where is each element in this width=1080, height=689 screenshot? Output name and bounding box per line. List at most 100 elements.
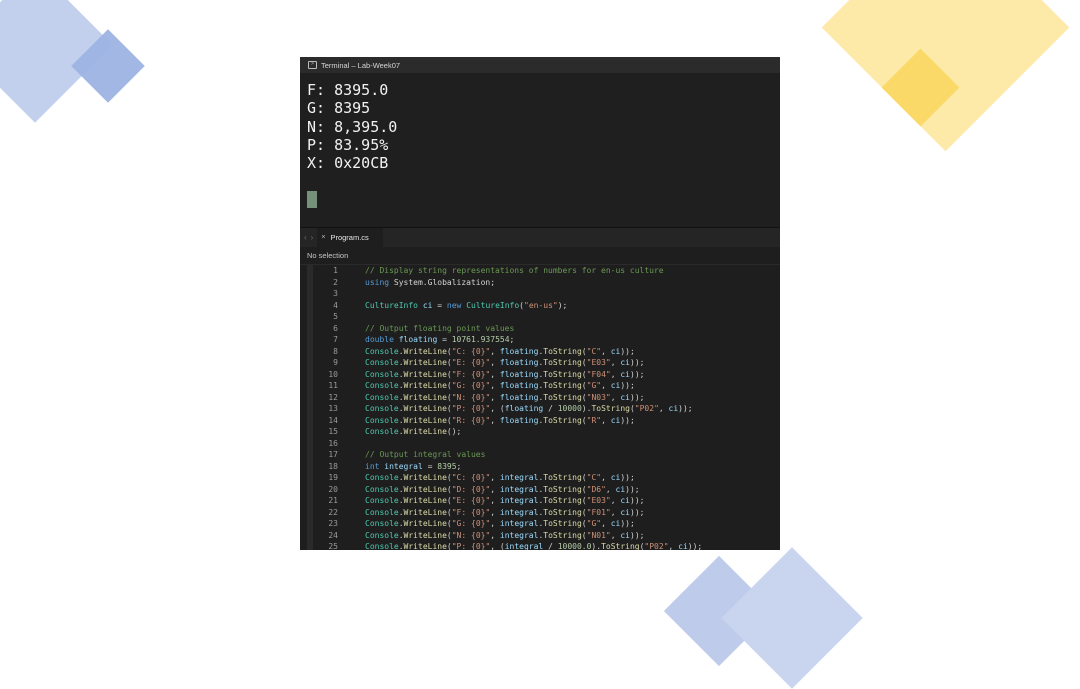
code-token: 10000 xyxy=(557,404,582,413)
code-token: WriteLine xyxy=(403,346,447,356)
line-number: 10 xyxy=(328,369,338,379)
code-token: WriteLine xyxy=(403,427,447,436)
code-token: "C: {0}" xyxy=(451,346,491,356)
code-line: 20 Console.WriteLine("D: {0}", integral.T… xyxy=(300,484,780,496)
code-token: = xyxy=(422,461,438,471)
code-token: ToString xyxy=(543,530,582,540)
code-token: integral xyxy=(384,461,423,471)
terminal-icon: > xyxy=(308,61,317,69)
code-token: using xyxy=(365,277,390,287)
tab-program-cs[interactable]: × Program.cs xyxy=(317,228,383,247)
terminal-line: P: 83.95% xyxy=(307,135,389,154)
line-number: 1 xyxy=(333,266,338,275)
code-token: , xyxy=(601,415,611,425)
code-token: ci xyxy=(610,519,621,528)
selection-status-text: No selection xyxy=(307,251,349,260)
code-token: "P: {0}" xyxy=(451,542,491,550)
code-line: 7 double floating = 10761.937554; xyxy=(300,334,780,346)
code-text: double floating = 10761.937554; xyxy=(338,334,514,346)
terminal-title: Terminal – Lab-Week07 xyxy=(321,60,401,70)
code-line: 5 xyxy=(300,311,780,323)
code-token: Console xyxy=(365,484,399,494)
code-token: )); xyxy=(625,484,640,494)
code-text: // Display string representations of num… xyxy=(338,265,664,277)
code-line: 6 // Output floating point values xyxy=(300,323,780,335)
code-token: ); xyxy=(557,300,568,310)
code-text: Console.WriteLine("R: {0}", floating.ToS… xyxy=(338,415,635,427)
code-token: "N: {0}" xyxy=(451,530,491,540)
code-token: , xyxy=(490,496,500,505)
code-token: int xyxy=(365,461,380,471)
code-token: "F01" xyxy=(586,507,611,517)
line-number: 25 xyxy=(328,542,338,550)
code-token: , xyxy=(658,404,669,413)
code-token: , xyxy=(610,507,621,517)
code-token: "N: {0}" xyxy=(451,392,491,402)
terminal-output[interactable]: F: 8395.0 G: 8395 N: 8,395.0 P: 83.95% X… xyxy=(300,73,780,227)
code-token: System.Globalization; xyxy=(389,277,496,287)
code-token: "F04" xyxy=(586,369,611,379)
code-token: ToString xyxy=(543,507,582,517)
code-token: WriteLine xyxy=(403,496,447,505)
code-token: ToString xyxy=(591,404,630,413)
code-token: // Output floating point values xyxy=(365,323,515,333)
editor-gutter xyxy=(307,265,313,550)
code-token: , xyxy=(490,484,500,494)
code-line: 10 Console.WriteLine("F: {0}", floating.T… xyxy=(300,369,780,381)
code-token: )); xyxy=(620,346,635,356)
code-token: "E03" xyxy=(586,496,611,505)
code-token: floating xyxy=(499,392,539,402)
code-token: ci xyxy=(610,346,621,356)
code-token: "R: {0}" xyxy=(451,415,491,425)
code-token: ToString xyxy=(543,496,582,505)
code-token: , xyxy=(601,519,611,528)
code-token: integral xyxy=(499,473,539,482)
code-token: "D: {0}" xyxy=(451,484,491,494)
code-token: floating xyxy=(499,358,539,367)
code-line: 4 CultureInfo ci = new CultureInfo("en-us… xyxy=(300,300,780,312)
code-token: WriteLine xyxy=(403,530,447,540)
code-token: 10761.937554 xyxy=(451,335,510,344)
close-icon[interactable]: × xyxy=(321,234,325,241)
code-token: , xyxy=(490,530,500,540)
line-number: 11 xyxy=(328,381,338,390)
code-token: new xyxy=(446,300,462,310)
code-token: , xyxy=(490,519,500,528)
code-token: ToString xyxy=(543,415,582,425)
back-arrow-icon[interactable]: ‹ xyxy=(304,233,307,242)
code-line: 8 Console.WriteLine("C: {0}", floating.To… xyxy=(300,346,780,358)
code-line: 24 Console.WriteLine("N: {0}", integral.T… xyxy=(300,530,780,542)
code-token: ToString xyxy=(543,369,582,379)
code-text: Console.WriteLine("C: {0}", integral.ToS… xyxy=(338,472,635,484)
code-token: ; xyxy=(509,335,515,344)
code-token: Console xyxy=(365,404,399,413)
code-token: (); xyxy=(446,427,462,436)
code-editor[interactable]: 1 // Display string representations of nu… xyxy=(300,265,780,550)
code-token: , xyxy=(490,369,500,379)
code-line: 23 Console.WriteLine("G: {0}", integral.T… xyxy=(300,518,780,530)
code-token: floating xyxy=(504,404,544,413)
code-token: Console xyxy=(365,496,399,505)
code-token: , xyxy=(490,392,500,402)
code-token: ci xyxy=(620,507,630,517)
code-token: WriteLine xyxy=(403,369,447,379)
line-number: 18 xyxy=(328,461,338,471)
code-token: )); xyxy=(630,530,645,540)
code-token: ci xyxy=(620,496,630,505)
code-token: "G" xyxy=(586,381,602,390)
code-token: Console xyxy=(365,519,399,528)
code-token: Console xyxy=(365,507,399,517)
code-text: Console.WriteLine("P: {0}", (integral / … xyxy=(338,541,702,550)
code-token: Console xyxy=(365,473,399,482)
code-token: )); xyxy=(630,496,645,505)
code-token: WriteLine xyxy=(403,484,447,494)
forward-arrow-icon[interactable]: › xyxy=(311,233,314,242)
code-token: ci xyxy=(620,530,630,540)
code-token: )); xyxy=(687,542,703,550)
code-token: ci xyxy=(610,415,621,425)
terminal-titlebar: > Terminal – Lab-Week07 xyxy=(300,57,780,73)
code-text: using System.Globalization; xyxy=(338,277,495,289)
code-token: ci xyxy=(620,358,630,367)
code-token: ci xyxy=(620,392,630,402)
